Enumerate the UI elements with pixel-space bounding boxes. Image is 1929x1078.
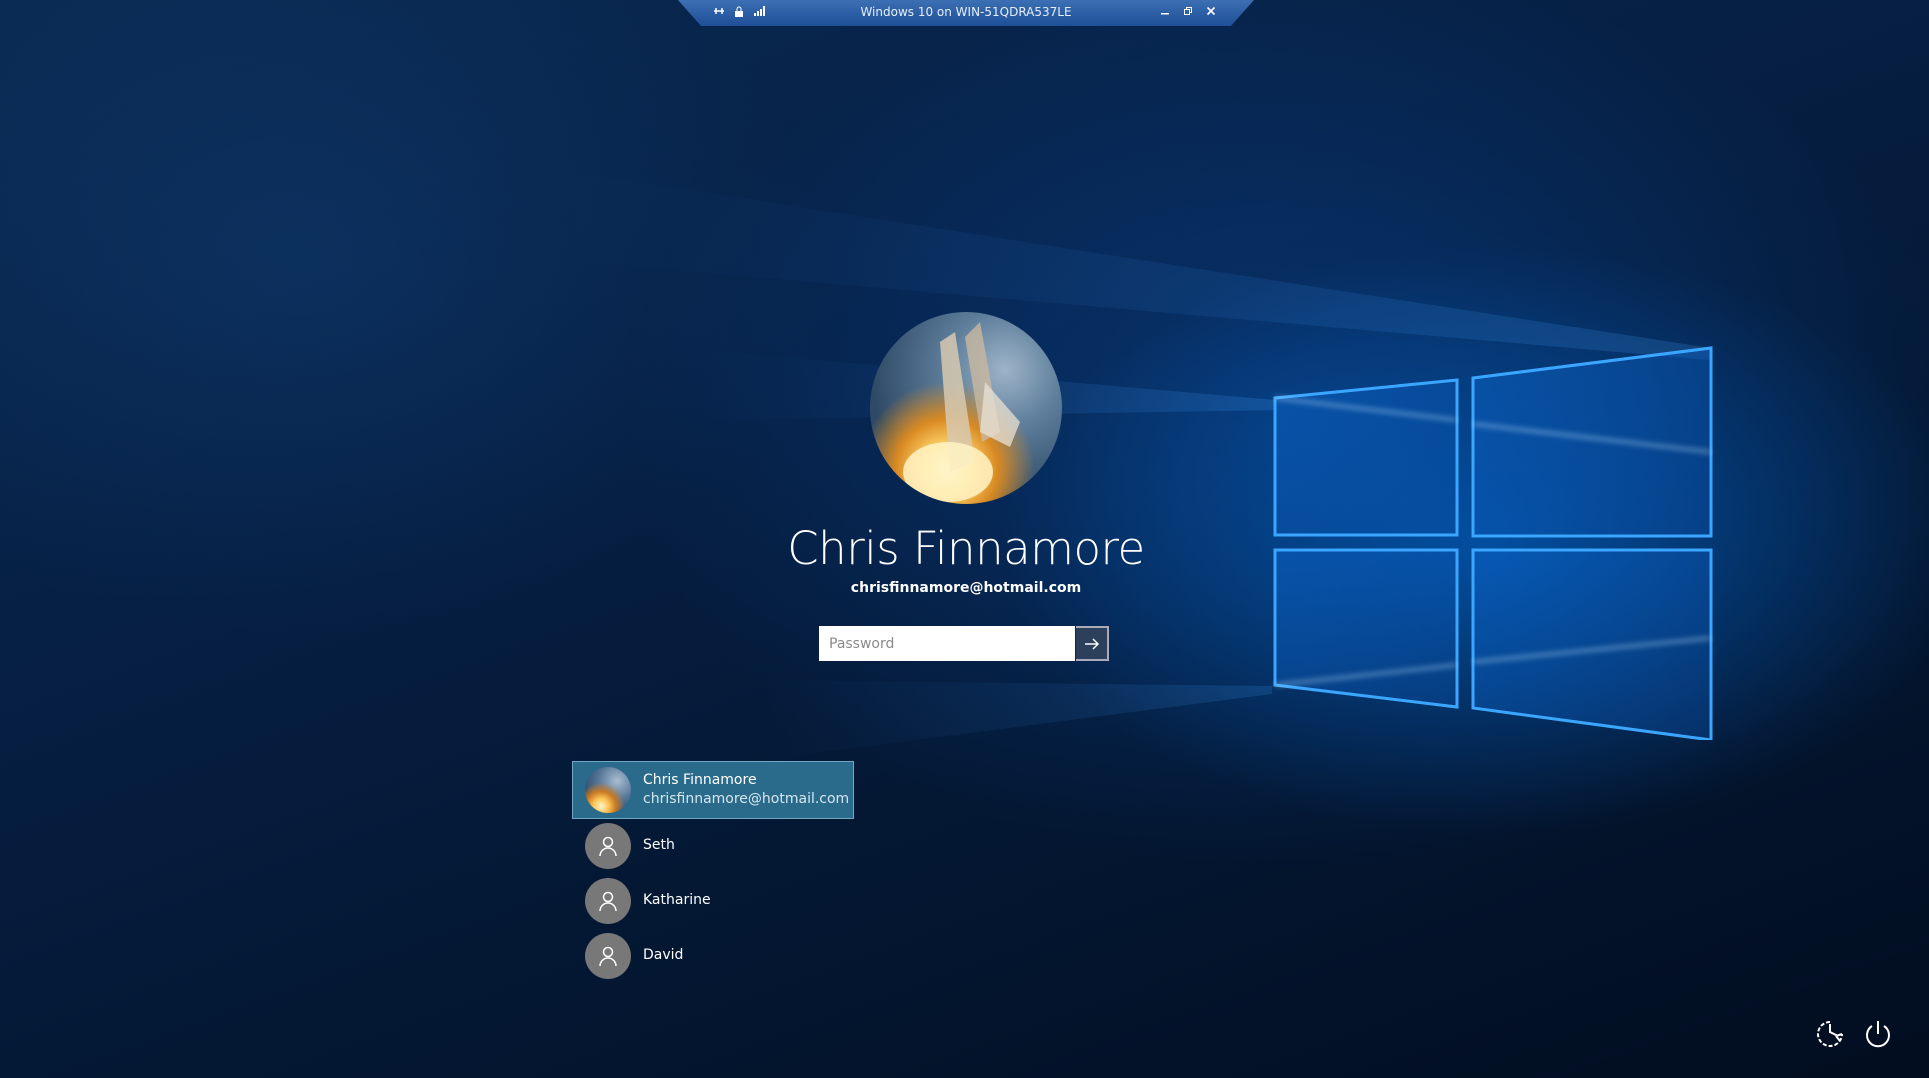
power-icon — [1866, 1021, 1890, 1048]
restore-icon[interactable] — [1181, 3, 1195, 19]
user-item-chris-finnamore[interactable]: Chris Finnamore chrisfinnamore@hotmail.c… — [572, 761, 854, 819]
user-item-david[interactable]: David — [573, 928, 853, 983]
user-email: chrisfinnamore@hotmail.com — [850, 580, 1082, 596]
submit-button[interactable] — [1076, 626, 1109, 661]
user-avatar — [585, 767, 631, 813]
user-item-name: Katharine — [643, 892, 711, 908]
user-name: Chris Finnamore — [787, 522, 1145, 575]
space-shuttle-image — [903, 322, 1020, 502]
ease-of-access-button[interactable] — [1810, 1014, 1850, 1054]
user-item-name: David — [643, 947, 684, 963]
user-item-name: Chris Finnamore — [643, 772, 757, 788]
user-item-katharine[interactable]: Katharine — [573, 873, 853, 928]
close-icon[interactable] — [1204, 3, 1218, 19]
person-icon — [585, 932, 631, 979]
power-button[interactable] — [1858, 1014, 1898, 1054]
user-avatar-large — [870, 312, 1062, 504]
minimize-icon[interactable] — [1158, 3, 1172, 19]
user-item-name: Seth — [643, 837, 675, 853]
remote-connection-bar: Windows 10 on WIN-51QDRA537LE — [678, 0, 1254, 26]
user-item-email: chrisfinnamore@hotmail.com — [643, 791, 850, 807]
person-icon — [585, 822, 631, 869]
password-form — [819, 626, 1115, 661]
person-icon — [585, 877, 631, 924]
arrow-right-icon — [1084, 637, 1099, 650]
user-switcher-list: Chris Finnamore chrisfinnamore@hotmail.c… — [572, 761, 854, 983]
password-input[interactable] — [819, 626, 1075, 661]
windows-logo — [1273, 346, 1713, 740]
ease-of-access-icon — [1817, 1021, 1843, 1047]
user-item-seth[interactable]: Seth — [573, 818, 853, 873]
